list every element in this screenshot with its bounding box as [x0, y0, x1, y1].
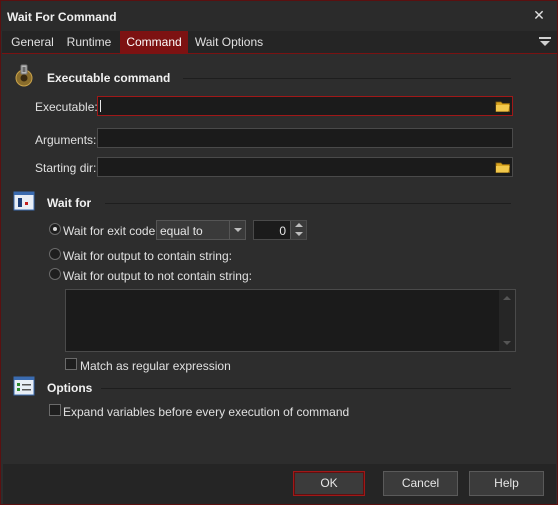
- options-list-icon: [13, 376, 35, 396]
- command-panel: Executable command Executable: Arguments…: [3, 55, 556, 464]
- wait-not-contain-radio[interactable]: [49, 268, 61, 280]
- exit-code-value: 0: [279, 224, 286, 238]
- section-title-executable: Executable command: [47, 71, 170, 85]
- wait-exit-code-radio[interactable]: [49, 223, 61, 235]
- starting-dir-field[interactable]: [97, 157, 513, 177]
- tab-menu-icon[interactable]: [539, 35, 551, 49]
- section-divider: [101, 388, 511, 389]
- arguments-field[interactable]: [97, 128, 513, 148]
- executable-input[interactable]: [98, 97, 512, 115]
- close-icon[interactable]: ✕: [531, 7, 547, 23]
- starting-dir-label: Starting dir:: [35, 161, 96, 175]
- expand-variables-checkbox[interactable]: [49, 404, 61, 416]
- ok-button[interactable]: OK: [293, 471, 365, 496]
- wait-contain-radio[interactable]: [49, 248, 61, 260]
- tab-command[interactable]: Command: [120, 31, 188, 54]
- folder-icon[interactable]: [495, 159, 511, 175]
- comparison-value: equal to: [160, 224, 203, 238]
- chevron-down-icon[interactable]: [229, 221, 245, 239]
- regex-checkbox[interactable]: [65, 358, 77, 370]
- section-title-wait-for: Wait for: [47, 196, 91, 210]
- section-title-options: Options: [47, 381, 92, 395]
- wait-window-icon: [13, 191, 35, 211]
- button-bar: OK Cancel Help: [3, 464, 556, 504]
- executable-gear-icon: [12, 64, 36, 88]
- executable-field[interactable]: [97, 96, 513, 116]
- wait-not-contain-label: Wait for output to not contain string:: [63, 269, 252, 283]
- textarea-scrollbar[interactable]: [499, 290, 515, 351]
- exit-code-spinner[interactable]: 0: [253, 220, 307, 240]
- arguments-label: Arguments:: [35, 133, 96, 147]
- expand-variables-label: Expand variables before every execution …: [63, 405, 349, 419]
- tab-wait-options[interactable]: Wait Options: [190, 31, 268, 54]
- tab-general[interactable]: General: [6, 31, 59, 54]
- section-divider: [183, 78, 511, 79]
- wait-contain-label: Wait for output to contain string:: [63, 249, 232, 263]
- dialog-window: Wait For Command ✕ General Runtime Comma…: [0, 0, 558, 505]
- help-button[interactable]: Help: [469, 471, 544, 496]
- tab-bar: General Runtime Command Wait Options: [2, 31, 557, 54]
- output-string-textarea[interactable]: [65, 289, 516, 352]
- comparison-select[interactable]: equal to: [156, 220, 246, 240]
- title-bar: Wait For Command ✕: [1, 1, 557, 31]
- starting-dir-input[interactable]: [98, 158, 512, 176]
- section-divider: [105, 203, 511, 204]
- arguments-input[interactable]: [98, 129, 512, 147]
- cancel-button[interactable]: Cancel: [383, 471, 458, 496]
- folder-icon[interactable]: [495, 98, 511, 114]
- spinner-arrows-icon[interactable]: [290, 221, 306, 239]
- window-title: Wait For Command: [7, 10, 117, 24]
- regex-label: Match as regular expression: [80, 359, 231, 373]
- wait-exit-code-label: Wait for exit code: [63, 224, 155, 238]
- text-caret: [100, 100, 101, 112]
- tab-runtime[interactable]: Runtime: [61, 31, 117, 54]
- executable-label: Executable:: [35, 100, 98, 114]
